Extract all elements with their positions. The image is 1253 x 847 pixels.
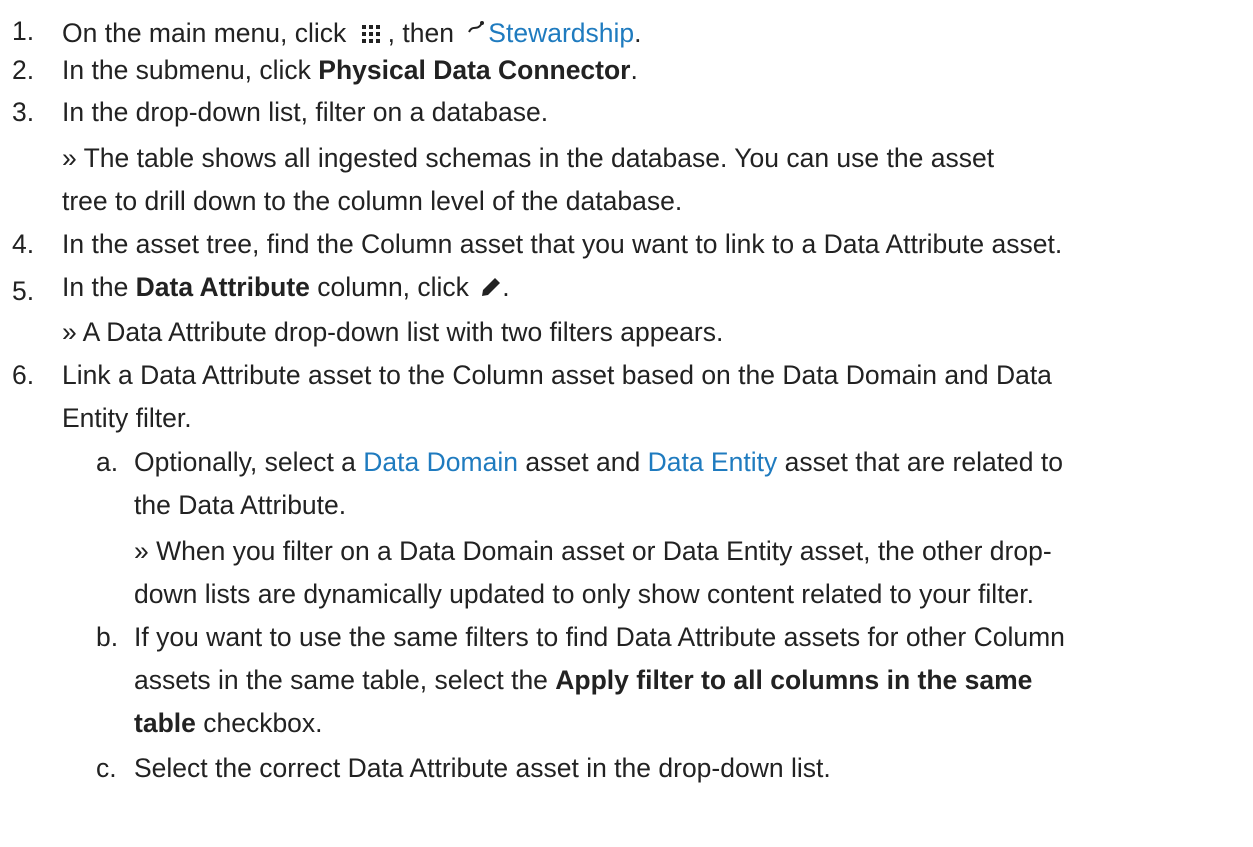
step-6-cont: Entity filter.	[62, 403, 192, 433]
step-text: , then	[387, 18, 462, 48]
step-result: » When you filter on a Data Domain asset…	[134, 536, 1052, 566]
step-number: 5.	[12, 276, 35, 306]
step-number: 2.	[12, 55, 35, 85]
step-number: 1.	[12, 16, 35, 46]
step-text: .	[502, 272, 510, 302]
step-4: In the asset tree, find the Column asset…	[62, 229, 1063, 259]
step-number: 4.	[12, 229, 35, 259]
substep-a: Optionally, select a Data Domain asset a…	[134, 441, 1063, 484]
substep-letter: a.	[96, 447, 119, 477]
step-1: On the main menu, click , then Stewardsh…	[62, 6, 642, 55]
step-number: 3.	[12, 97, 35, 127]
ui-label: table	[134, 708, 196, 738]
data-entity-link[interactable]: Data Entity	[648, 447, 778, 477]
grid-icon	[361, 13, 382, 43]
stewardship-link[interactable]: Stewardship	[488, 18, 634, 48]
ui-label: Physical Data Connector	[318, 55, 631, 85]
step-text: Optionally, select a	[134, 447, 364, 477]
step-result: tree to drill down to the column level o…	[62, 186, 683, 216]
step-text: In the submenu, click	[62, 55, 319, 85]
substep-b-cont: table checkbox.	[134, 702, 323, 745]
step-text: checkbox.	[195, 708, 323, 738]
step-2: In the submenu, click Physical Data Conn…	[62, 49, 638, 92]
step-text: In the	[62, 272, 136, 302]
stewardship-icon	[467, 6, 485, 33]
step-result: down lists are dynamically updated to on…	[134, 579, 1035, 609]
substep-c: Select the correct Data Attribute asset …	[134, 753, 831, 783]
step-3: In the drop-down list, filter on a datab…	[62, 97, 549, 127]
step-text: .	[634, 18, 642, 48]
step-6: Link a Data Attribute asset to the Colum…	[62, 360, 1052, 390]
step-text: On the main menu, click	[62, 18, 354, 48]
data-domain-link[interactable]: Data Domain	[363, 447, 518, 477]
step-text: .	[630, 55, 638, 85]
ui-label: Data Attribute	[135, 272, 310, 302]
step-text: asset that are related to	[777, 447, 1063, 477]
substep-letter: b.	[96, 622, 119, 652]
step-result: » The table shows all ingested schemas i…	[62, 143, 995, 173]
pencil-icon	[480, 268, 502, 296]
substep-b-cont: assets in the same table, select the App…	[134, 659, 1032, 702]
substep-letter: c.	[96, 753, 117, 783]
step-5: In the Data Attribute column, click .	[62, 266, 510, 309]
step-result: » A Data Attribute drop-down list with t…	[62, 317, 724, 347]
step-text: column, click	[309, 272, 477, 302]
substep-b: If you want to use the same filters to f…	[134, 622, 1065, 652]
step-text: asset and	[517, 447, 648, 477]
ui-label: Apply filter to all columns in the same	[555, 665, 1033, 695]
step-text: assets in the same table, select the	[134, 665, 556, 695]
step-number: 6.	[12, 360, 35, 390]
substep-a-cont: the Data Attribute.	[134, 490, 347, 520]
